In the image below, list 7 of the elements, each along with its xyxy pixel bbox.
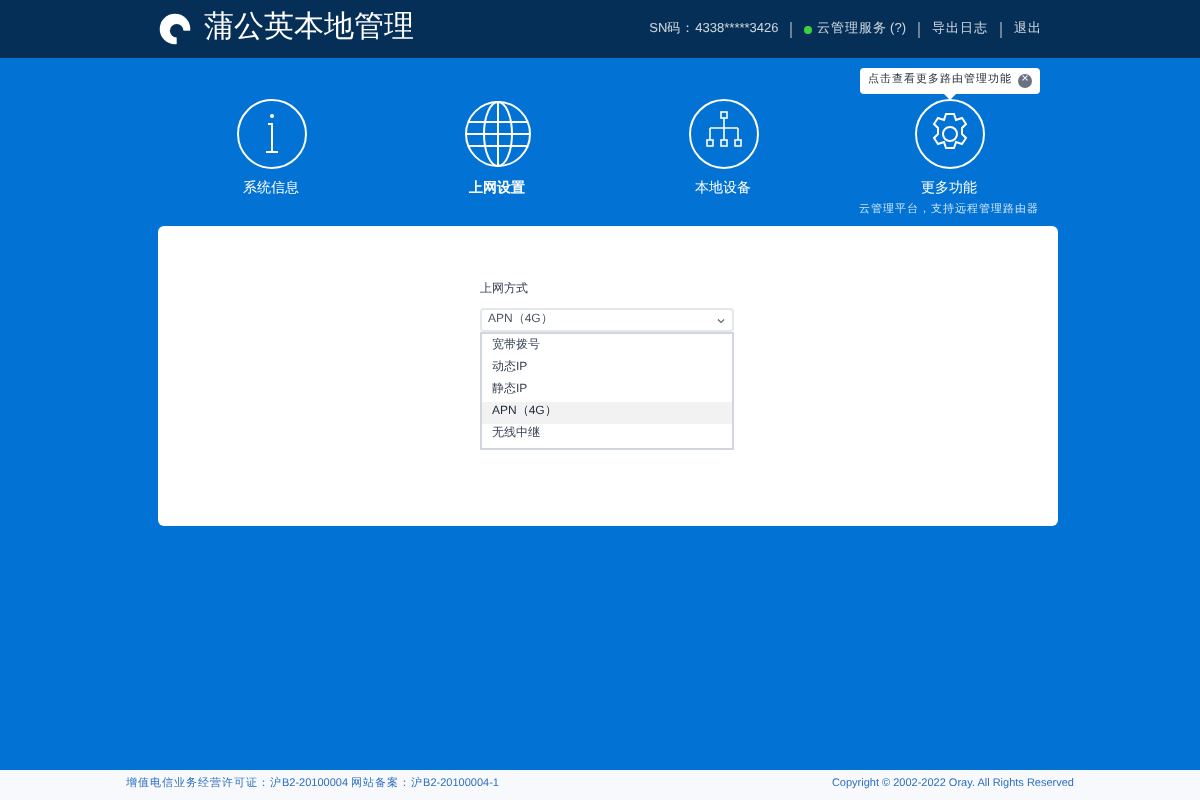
brand-title: 蒲公英本地管理 bbox=[204, 8, 414, 49]
network-tree-icon bbox=[687, 98, 759, 170]
logo-icon bbox=[158, 12, 192, 46]
settings-icon bbox=[913, 98, 985, 170]
info-icon bbox=[235, 98, 307, 170]
globe-icon bbox=[461, 98, 533, 170]
caret-icon bbox=[716, 317, 726, 323]
